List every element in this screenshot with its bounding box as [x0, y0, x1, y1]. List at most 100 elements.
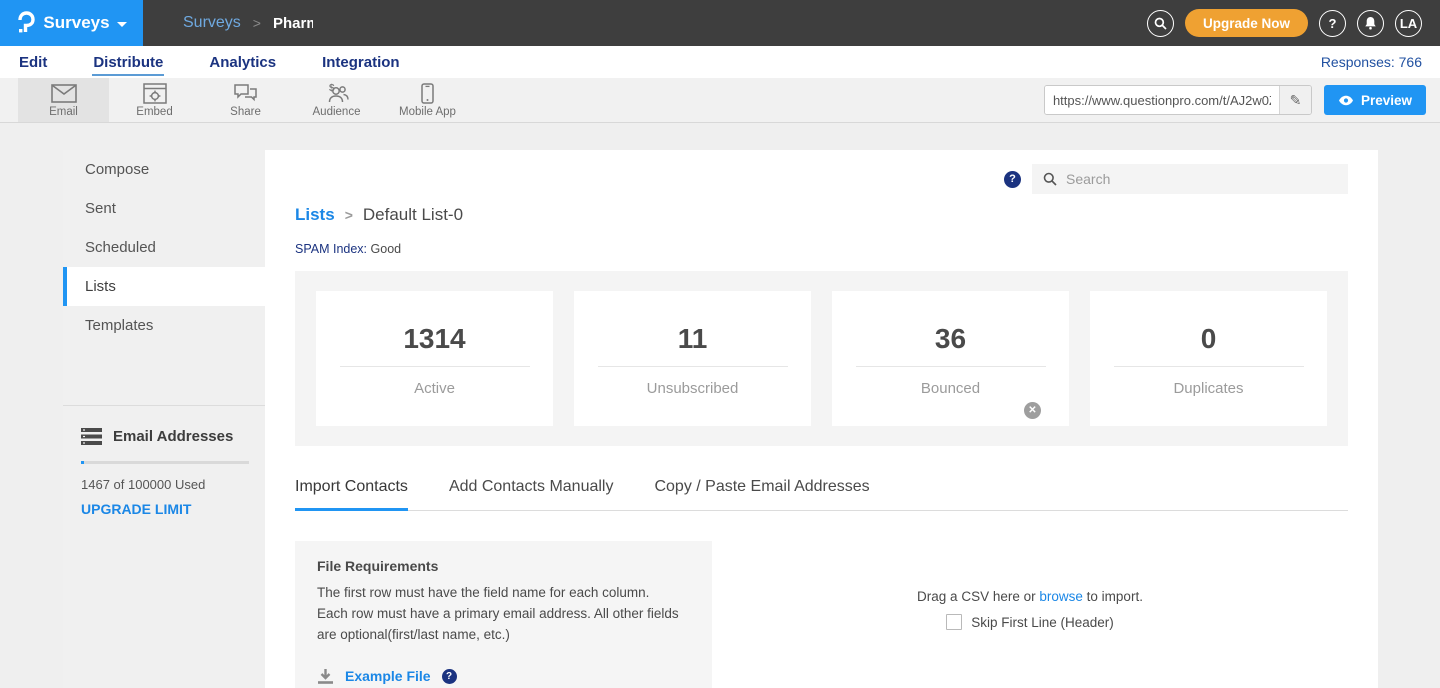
stat-label: Unsubscribed [647, 380, 739, 397]
share-icon [233, 82, 258, 104]
usage-text: 1467 of 100000 Used [81, 477, 247, 492]
breadcrumb-survey-name: Pharma [273, 15, 313, 32]
example-file-row: Example File ? [317, 668, 690, 685]
upgrade-limit-link[interactable]: UPGRADE LIMIT [81, 501, 191, 517]
breadcrumb-separator: > [345, 207, 353, 223]
stat-card-active[interactable]: 1314 Active [316, 291, 553, 426]
edit-url-button[interactable]: ✎ [1279, 86, 1311, 114]
search-icon [1043, 172, 1057, 186]
sidebar-item-scheduled[interactable]: Scheduled [63, 228, 265, 267]
email-icon [51, 82, 77, 104]
toolbar-item-label: Embed [136, 106, 172, 118]
csv-drop-zone[interactable]: Drag a CSV here or browse to import. Ski… [712, 541, 1348, 688]
email-addresses-title: Email Addresses [113, 428, 233, 445]
distribute-toolbar: Email Embed Share $ [0, 78, 1440, 123]
email-addresses-header: Email Addresses [81, 428, 247, 445]
skip-first-line-label: Skip First Line (Header) [971, 615, 1114, 630]
toolbar-item-label: Share [230, 106, 261, 118]
search-icon [1154, 17, 1167, 30]
mobile-app-icon [421, 82, 434, 104]
skip-first-line-checkbox[interactable] [946, 614, 962, 630]
stat-label: Bounced [921, 380, 980, 397]
breadcrumb-separator: > [253, 15, 261, 31]
email-addresses-block: Email Addresses 1467 of 100000 Used UPGR… [63, 406, 265, 519]
stat-divider [598, 366, 788, 367]
survey-nav: Edit Distribute Analytics Integration Re… [0, 46, 1440, 78]
search-row: ? [295, 150, 1348, 194]
file-requirements-text: The first row must have the field name f… [317, 583, 682, 646]
toolbar-item-email[interactable]: Email [18, 78, 109, 122]
drag-text-before: Drag a CSV here or [917, 589, 1036, 604]
toolbar-item-label: Email [49, 106, 78, 118]
usage-progress-fill [81, 461, 84, 464]
sidebar-item-compose[interactable]: Compose [63, 150, 265, 189]
upgrade-now-button[interactable]: Upgrade Now [1185, 9, 1308, 37]
audience-icon: $ [323, 82, 350, 104]
current-list-name: Default List-0 [363, 205, 463, 225]
drag-text-after: to import. [1087, 589, 1143, 604]
stat-divider [856, 366, 1046, 367]
tab-edit[interactable]: Edit [18, 49, 48, 76]
usage-progress-bar [81, 461, 249, 464]
sidebar-item-lists[interactable]: Lists [63, 267, 265, 306]
content-area: Compose Sent Scheduled Lists Templates E… [63, 150, 1378, 688]
tab-add-contacts-manually[interactable]: Add Contacts Manually [449, 478, 614, 511]
file-requirements-box: File Requirements The first row must hav… [295, 541, 712, 688]
skip-first-line-row: Skip First Line (Header) [946, 614, 1114, 630]
breadcrumb-surveys-link[interactable]: Surveys [183, 14, 241, 32]
preview-button[interactable]: Preview [1324, 85, 1426, 115]
toolbar-spacer [473, 78, 1044, 122]
stat-card-bounced[interactable]: 36 Bounced ✕ [832, 291, 1069, 426]
import-contacts-panel: File Requirements The first row must hav… [295, 541, 1348, 688]
survey-url-box: ✎ [1044, 85, 1312, 115]
topbar-spacer [313, 0, 1147, 46]
toolbar-item-audience[interactable]: $ Audience [291, 78, 382, 122]
spam-index-label: SPAM Index: [295, 242, 367, 256]
embed-icon [143, 82, 167, 104]
topbar-breadcrumb: Surveys > Pharma [143, 0, 313, 46]
product-switcher[interactable]: Surveys [0, 0, 143, 46]
search-input[interactable] [1066, 171, 1337, 187]
toolbar-item-label: Audience [313, 106, 361, 118]
example-file-help-icon[interactable]: ? [442, 669, 457, 684]
tab-distribute[interactable]: Distribute [92, 49, 164, 76]
search-button[interactable] [1147, 10, 1174, 37]
tab-integration[interactable]: Integration [321, 49, 401, 76]
list-breadcrumb: Lists > Default List-0 [295, 205, 1348, 225]
eye-icon [1338, 95, 1354, 106]
responses-count[interactable]: Responses: 766 [1321, 54, 1422, 70]
sidebar-item-templates[interactable]: Templates [63, 306, 265, 345]
stat-card-duplicates[interactable]: 0 Duplicates [1090, 291, 1327, 426]
clear-bounced-button[interactable]: ✕ [1024, 402, 1041, 419]
help-button[interactable]: ? [1319, 10, 1346, 37]
topbar-actions: Upgrade Now ? LA [1147, 0, 1440, 46]
toolbar-right: ✎ Preview [1044, 78, 1440, 122]
example-file-link[interactable]: Example File [345, 668, 431, 684]
product-name: Surveys [43, 13, 109, 33]
stat-card-unsubscribed[interactable]: 11 Unsubscribed [574, 291, 811, 426]
tab-import-contacts[interactable]: Import Contacts [295, 478, 408, 511]
drag-csv-text: Drag a CSV here or browse to import. [917, 589, 1143, 604]
survey-url-input[interactable] [1045, 86, 1279, 114]
browse-link[interactable]: browse [1039, 589, 1083, 604]
topbar: Surveys Surveys > Pharma Upgrade Now ? L… [0, 0, 1440, 46]
tab-analytics[interactable]: Analytics [208, 49, 277, 76]
spam-index-row: SPAM Index: Good [295, 242, 1348, 256]
toolbar-item-mobile-app[interactable]: Mobile App [382, 78, 473, 122]
toolbar-item-share[interactable]: Share [200, 78, 291, 122]
file-requirements-title: File Requirements [317, 558, 690, 574]
sidebar-item-sent[interactable]: Sent [63, 189, 265, 228]
distribute-sidebar: Compose Sent Scheduled Lists Templates E… [63, 150, 265, 688]
chevron-down-icon [117, 22, 127, 27]
lists-link[interactable]: Lists [295, 205, 335, 225]
notifications-button[interactable] [1357, 10, 1384, 37]
spam-index-value: Good [371, 242, 402, 256]
avatar[interactable]: LA [1395, 10, 1422, 37]
list-stats-panel: 1314 Active 11 Unsubscribed 36 Bounced ✕… [295, 271, 1348, 446]
help-icon[interactable]: ? [1004, 171, 1021, 188]
tab-copy-paste-emails[interactable]: Copy / Paste Email Addresses [654, 478, 869, 511]
stat-value: 1314 [403, 323, 465, 355]
stat-label: Duplicates [1173, 380, 1243, 397]
toolbar-item-embed[interactable]: Embed [109, 78, 200, 122]
contacts-tabs: Import Contacts Add Contacts Manually Co… [295, 478, 1348, 511]
